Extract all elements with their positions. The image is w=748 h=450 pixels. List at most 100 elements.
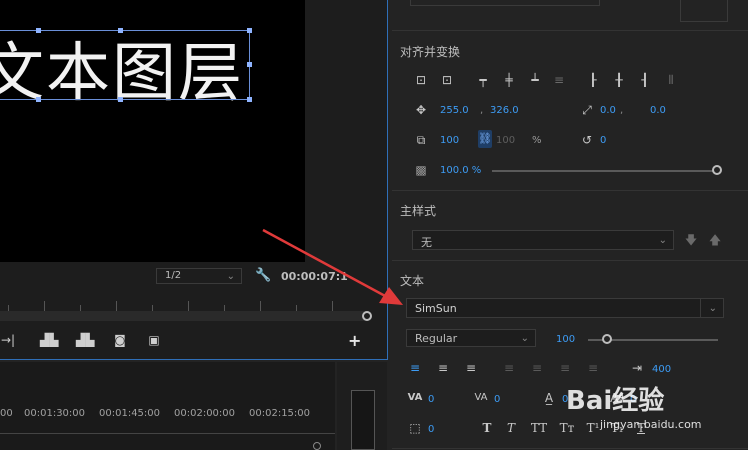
arrow-down-icon[interactable]: 🡇 (682, 232, 700, 248)
master-style-title: 主样式 (400, 204, 437, 218)
align-text-left-icon[interactable]: ≡ (406, 360, 424, 376)
anchor-x-value[interactable]: 0.0 (600, 105, 616, 116)
opacity-icon: ▩ (415, 163, 427, 177)
scale-locked-value: 100 (496, 135, 516, 146)
insert-icon[interactable]: →| (0, 333, 16, 347)
font-style-value: Regular (415, 332, 458, 345)
layer-name-field[interactable] (410, 0, 600, 6)
selection-handle[interactable] (118, 97, 123, 102)
anchor-separator: , (620, 105, 624, 116)
audio-meter (351, 390, 375, 450)
justify-last-right-icon[interactable]: ≡ (556, 360, 574, 376)
extract-icon[interactable]: ▟▙ (76, 333, 94, 347)
link-icon[interactable]: ⛓ (478, 130, 492, 148)
scale-unit: % (532, 135, 542, 146)
responsive-pin-widget[interactable] (680, 0, 728, 22)
selection-handle[interactable] (36, 97, 41, 102)
timeline-ticks (0, 426, 335, 434)
align-section-title: 对齐并变换 (400, 45, 461, 59)
comparison-view-icon[interactable]: ▣ (146, 333, 162, 347)
faux-italic-button[interactable]: T (502, 420, 520, 436)
opacity-value[interactable]: 100.0 % (440, 165, 481, 176)
text-selection-box[interactable] (0, 30, 250, 100)
selection-handle[interactable] (247, 97, 252, 102)
align-top-icon[interactable]: ┯ (474, 72, 492, 88)
selection-handle[interactable] (118, 28, 123, 33)
align-center-icon[interactable]: ╂ (610, 72, 628, 88)
font-size-value[interactable]: 100 (556, 334, 575, 345)
align-right-icon[interactable]: ┨ (636, 72, 654, 88)
tracking-value[interactable]: 0 (494, 394, 500, 405)
anchor-point-icon: ⤢ (582, 103, 592, 117)
position-x-value[interactable]: 255.0 (440, 105, 469, 116)
all-caps-button[interactable]: TT (528, 420, 550, 436)
scale-value[interactable]: 100 (440, 135, 459, 146)
align-horizontal-center-icon[interactable]: ⊡ (438, 72, 456, 88)
position-icon: ✥ (415, 103, 427, 117)
align-left-icon[interactable]: ┠ (584, 72, 602, 88)
font-style-select[interactable]: Regular ⌄ (406, 329, 536, 347)
master-style-select[interactable]: 无 ⌄ (412, 230, 674, 250)
align-middle-icon[interactable]: ╪ (500, 72, 518, 88)
watermark-brand: Bai经验 (566, 386, 665, 416)
distribute-horizontal-icon[interactable]: ⦀ (662, 72, 680, 88)
zoom-level-select[interactable]: 1/2 ⌄ (156, 268, 242, 284)
chevron-down-icon: ⌄ (708, 303, 717, 314)
tab-width-icon: ⇥ (631, 361, 643, 375)
faux-bold-button[interactable]: T (478, 420, 496, 436)
opacity-slider-track[interactable] (492, 170, 718, 172)
justify-all-icon[interactable]: ≡ (584, 360, 602, 376)
font-size-slider-knob[interactable] (601, 334, 612, 344)
position-separator: , (480, 105, 484, 116)
align-text-center-icon[interactable]: ≡ (434, 360, 452, 376)
leading-icon: A̲ (544, 391, 554, 405)
divider (392, 30, 748, 31)
divider (392, 190, 748, 191)
timeline-ruler-label: 00:01:45:00 (99, 408, 161, 419)
audio-meter-panel (337, 362, 387, 450)
dropdown-divider (700, 299, 701, 317)
tracking-icon: VA (474, 392, 488, 403)
timeline-ruler-label: 00 (0, 408, 13, 419)
add-button[interactable]: + (348, 331, 361, 350)
timeline-panel[interactable]: 00 00:01:30:00 00:01:45:00 00:02:00:00 0… (0, 362, 335, 450)
kerning-value[interactable]: 0 (428, 394, 434, 405)
distribute-vertical-icon[interactable]: ≡ (550, 72, 568, 88)
anchor-y-value[interactable]: 0.0 (650, 105, 666, 116)
tsume-icon: ⬚ (409, 421, 421, 435)
tab-width-value[interactable]: 400 (652, 364, 671, 375)
align-text-right-icon[interactable]: ≡ (462, 360, 480, 376)
ruler-tick (116, 301, 117, 311)
opacity-slider-knob[interactable] (712, 165, 722, 175)
annotation-arrow-icon (262, 228, 403, 305)
kerning-icon: VA (407, 392, 423, 403)
timeline-ruler-label: 00:01:30:00 (24, 408, 86, 419)
zoom-level-value: 1/2 (165, 270, 182, 281)
arrow-up-icon[interactable]: 🡅 (706, 232, 724, 248)
selection-handle[interactable] (247, 62, 252, 67)
selection-handle[interactable] (247, 28, 252, 33)
justify-last-left-icon[interactable]: ≡ (500, 360, 518, 376)
tsume-value[interactable]: 0 (428, 424, 434, 435)
align-vertical-center-icon[interactable]: ⊡ (412, 72, 430, 88)
program-monitor-viewport[interactable]: 文本图层 (0, 0, 305, 262)
divider (392, 448, 748, 449)
timeline-ruler-label: 00:02:15:00 (249, 408, 311, 419)
ruler-tick (188, 301, 189, 311)
rotation-icon: ↺ (581, 133, 593, 147)
timeline-scroll-knob[interactable] (313, 442, 321, 450)
chevron-down-icon: ⌄ (658, 235, 667, 246)
font-family-select[interactable]: SimSun ⌄ (406, 298, 724, 318)
selection-handle[interactable] (36, 28, 41, 33)
timeline-ruler-label: 00:02:00:00 (174, 408, 236, 419)
camera-icon[interactable]: ◙ (112, 333, 128, 347)
divider (392, 260, 748, 261)
position-y-value[interactable]: 326.0 (490, 105, 519, 116)
chevron-down-icon: ⌄ (226, 271, 235, 282)
rotation-value[interactable]: 0 (600, 135, 606, 146)
lift-icon[interactable]: ▟▙ (40, 333, 58, 347)
ruler-tick (44, 301, 45, 311)
align-bottom-icon[interactable]: ┷ (526, 72, 544, 88)
small-caps-button[interactable]: Tт (556, 420, 578, 436)
justify-last-center-icon[interactable]: ≡ (528, 360, 546, 376)
